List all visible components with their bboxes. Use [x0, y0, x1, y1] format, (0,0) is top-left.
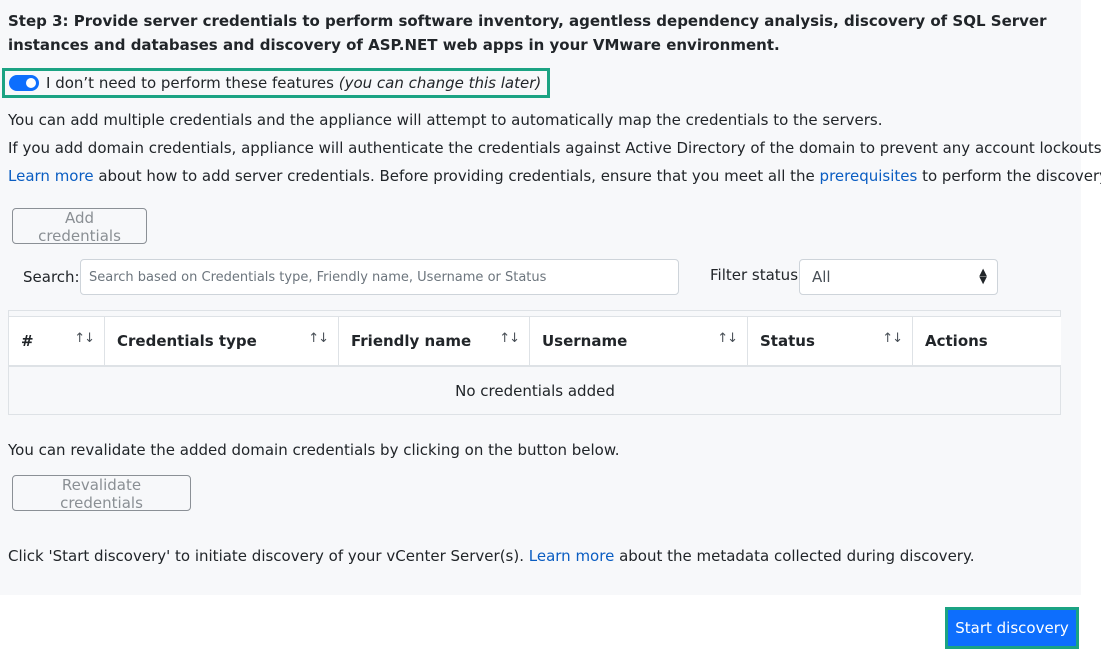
sort-icon[interactable]: ↑↓ — [308, 331, 329, 346]
toggle-label-note: (you can change this later) — [338, 74, 542, 92]
column-header-status[interactable]: Status ↑↓ — [748, 317, 913, 365]
column-header-label: # — [21, 332, 34, 350]
revalidate-credentials-button[interactable]: Revalidate credentials — [12, 475, 191, 512]
learn-more-credentials-link[interactable]: Learn more — [8, 167, 94, 185]
start-discovery-button[interactable]: Start discovery — [945, 607, 1079, 649]
search-input[interactable] — [80, 259, 679, 295]
filter-status-label: Filter status — [710, 266, 799, 284]
search-label: Search: — [23, 268, 80, 286]
revalidate-info: You can revalidate the added domain cred… — [8, 441, 620, 459]
sort-icon[interactable]: ↑↓ — [74, 331, 95, 346]
toggle-label: I don’t need to perform these features (… — [46, 74, 541, 92]
add-credentials-button[interactable]: Add credentials — [12, 208, 147, 245]
toggle-switch[interactable] — [9, 75, 39, 91]
skip-features-toggle-row[interactable]: I don’t need to perform these features (… — [2, 68, 551, 98]
info-prerequisites-text: to perform the discovery. — [917, 167, 1101, 185]
column-header-label: Username — [542, 332, 628, 350]
table-header: # ↑↓ Credentials type ↑↓ Friendly name ↑… — [9, 316, 1061, 367]
credentials-table: # ↑↓ Credentials type ↑↓ Friendly name ↑… — [8, 310, 1061, 415]
sort-icon[interactable]: ↑↓ — [882, 331, 903, 346]
toggle-label-text: I don’t need to perform these features — [46, 74, 334, 92]
learn-more-metadata-link[interactable]: Learn more — [529, 547, 615, 565]
column-header-label: Friendly name — [351, 332, 472, 350]
column-header-actions: Actions — [913, 317, 1061, 365]
column-header-label: Credentials type — [117, 332, 257, 350]
info-learn-more-line: Learn more about how to add server crede… — [8, 166, 1101, 186]
filter-status-value: All — [812, 268, 831, 286]
info-multiple-credentials: You can add multiple credentials and the… — [8, 111, 883, 129]
column-header-username[interactable]: Username ↑↓ — [530, 317, 748, 365]
filter-status-select[interactable]: All ▲ ▼ — [799, 259, 998, 295]
prerequisites-link[interactable]: prerequisites — [820, 167, 918, 185]
column-header-index[interactable]: # ↑↓ — [9, 317, 105, 365]
info-domain-credentials: If you add domain credentials, appliance… — [8, 139, 1101, 157]
credentials-panel: Step 3: Provide server credentials to pe… — [0, 0, 1101, 595]
table-empty-message: No credentials added — [455, 382, 615, 400]
column-header-label: Actions — [925, 332, 988, 350]
step-title: Step 3: Provide server credentials to pe… — [8, 12, 1047, 54]
column-header-friendly-name[interactable]: Friendly name ↑↓ — [339, 317, 530, 365]
select-arrows-icon: ▲ ▼ — [979, 267, 987, 286]
start-discovery-info: Click 'Start discovery' to initiate disc… — [8, 546, 974, 566]
start-discovery-text-end: about the metadata collected during disc… — [614, 547, 975, 565]
start-discovery-text: Click 'Start discovery' to initiate disc… — [8, 547, 529, 565]
toggle-knob — [26, 78, 36, 88]
column-header-label: Status — [760, 332, 815, 350]
column-header-credentials-type[interactable]: Credentials type ↑↓ — [105, 317, 339, 365]
sort-icon[interactable]: ↑↓ — [499, 331, 520, 346]
info-learn-more-text: about how to add server credentials. Bef… — [93, 167, 820, 185]
sort-icon[interactable]: ↑↓ — [717, 331, 738, 346]
